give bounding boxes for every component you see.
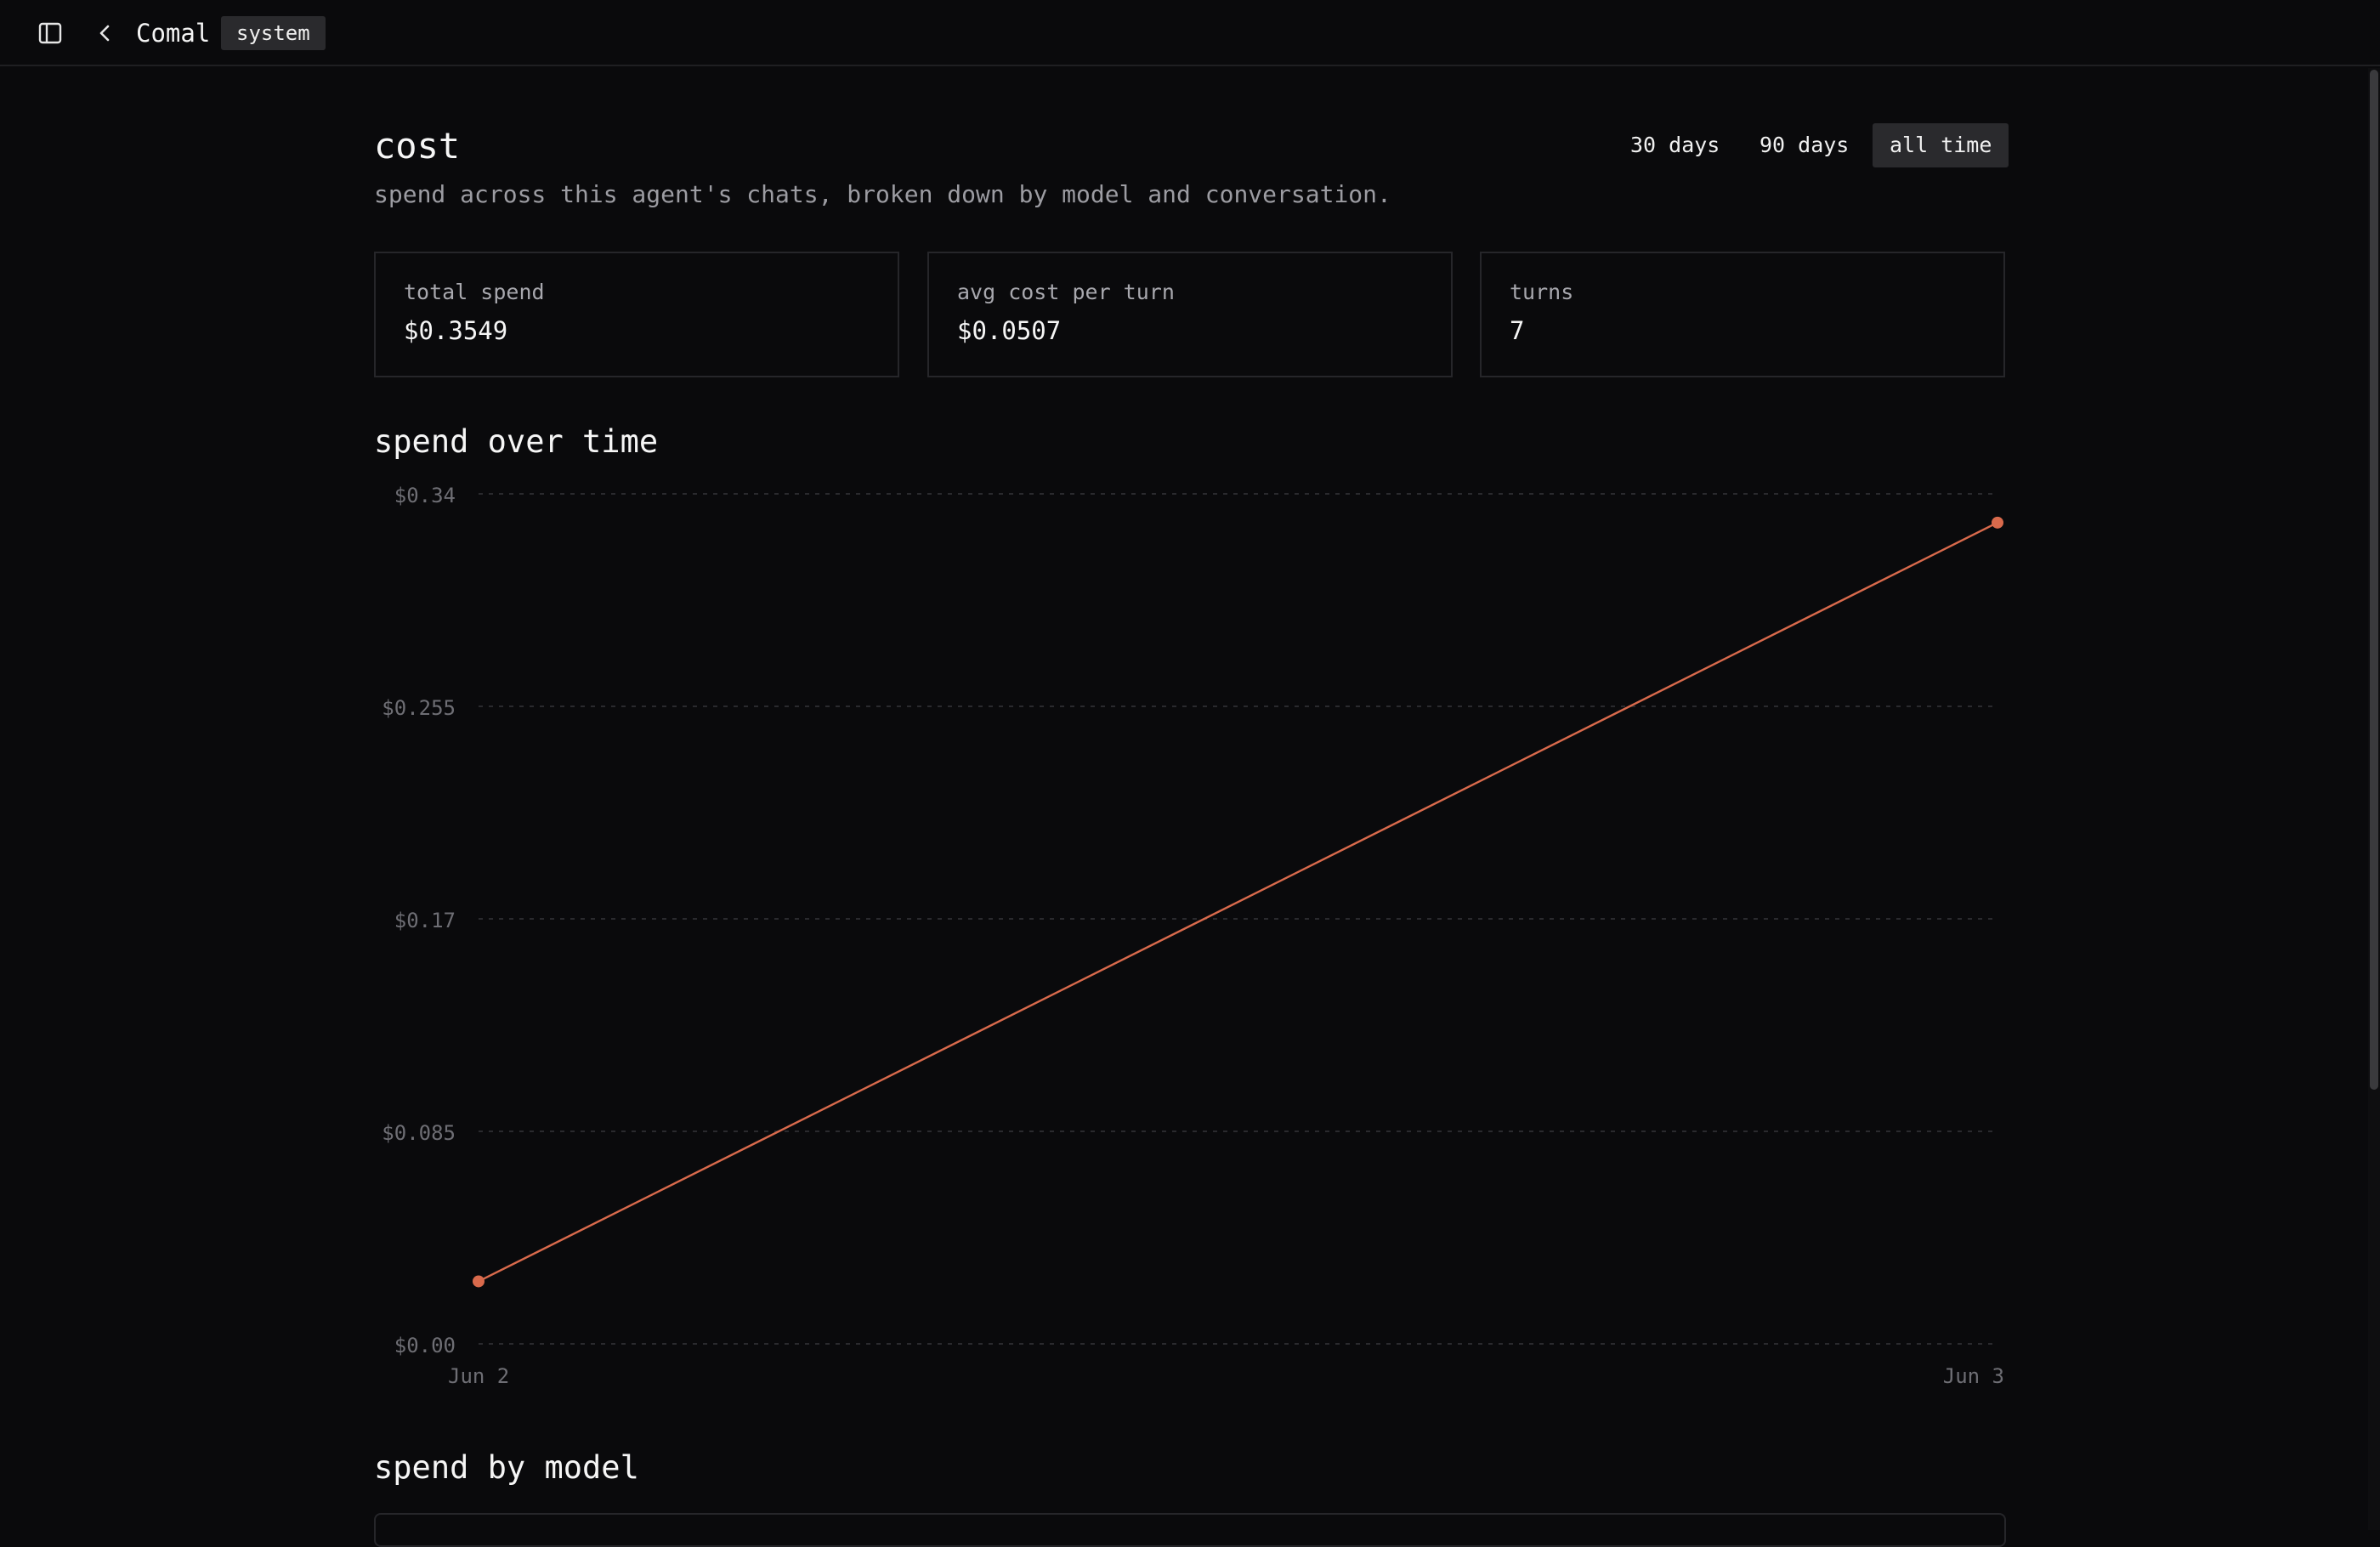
spend-by-model-panel — [374, 1513, 2006, 1547]
data-point — [1992, 516, 2003, 529]
y-tick-label: $0.00 — [394, 1334, 456, 1357]
y-tick-label: $0.255 — [382, 696, 456, 720]
spend-by-model-heading: spend by model — [374, 1449, 639, 1486]
spend-over-time-chart: $0.00 $0.085 $0.17 $0.255 $0.34 Jun 2 Jun 3 — [382, 484, 2004, 1388]
y-tick-label: $0.085 — [382, 1121, 456, 1145]
y-tick-label: $0.34 — [394, 484, 456, 507]
x-tick-label: Jun 2 — [448, 1364, 509, 1388]
x-tick-label: Jun 3 — [1943, 1364, 2004, 1388]
y-tick-label: $0.17 — [394, 909, 456, 932]
series-line — [478, 521, 1998, 1283]
data-point — [473, 1275, 484, 1288]
